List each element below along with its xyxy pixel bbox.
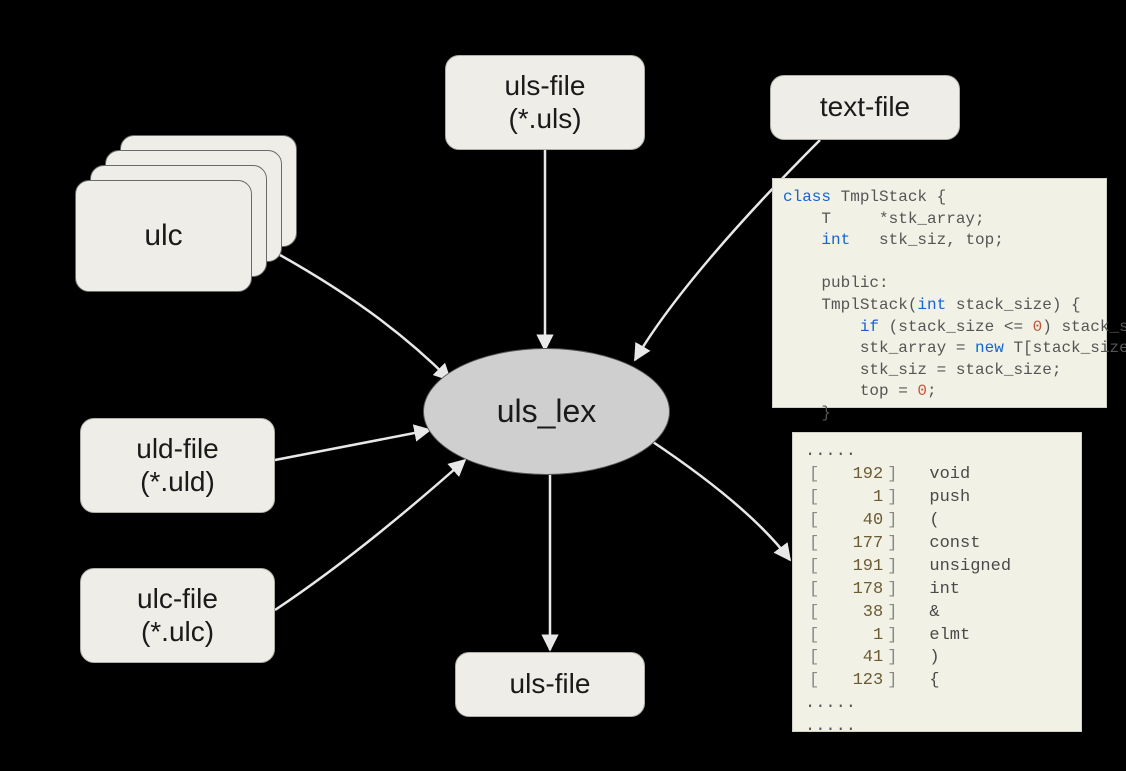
ulc-file-line1: ulc-file (137, 583, 218, 615)
uls-file-bottom-label: uls-file (510, 668, 591, 700)
token-text: unsigned (929, 556, 1011, 579)
ulc-file-line2: (*.ulc) (141, 616, 214, 648)
token-id: 41 (823, 647, 883, 670)
token-id: 1 (823, 625, 883, 648)
uls-file-top-line1: uls-file (505, 70, 586, 102)
uls-lex-ellipse: uls_lex (423, 348, 670, 475)
uld-file-line1: uld-file (136, 433, 218, 465)
token-row: [123]{ (805, 670, 1069, 693)
text-file-label: text-file (820, 91, 910, 123)
token-dump: ..... [192]void[1]push[40]([177]const[19… (792, 432, 1082, 732)
uls-lex-label: uls_lex (497, 393, 597, 430)
token-id: 123 (823, 670, 883, 693)
token-id: 40 (823, 510, 883, 533)
token-text: ) (929, 647, 939, 670)
token-row: [41]) (805, 647, 1069, 670)
ulc-stack-label: ulc (144, 219, 182, 253)
code-snippet: class TmplStack { T *stk_array; int stk_… (772, 178, 1107, 408)
ulc-file-node: ulc-file (*.ulc) (80, 568, 275, 663)
token-text: ( (929, 510, 939, 533)
uld-file-line2: (*.uld) (140, 466, 215, 498)
token-row: [178]int (805, 579, 1069, 602)
token-row: [1]elmt (805, 625, 1069, 648)
ulc-stack-front: ulc (75, 180, 252, 292)
token-id: 38 (823, 602, 883, 625)
token-dump-dots-bot2: ..... (805, 716, 1069, 739)
token-dump-dots-bot1: ..... (805, 693, 1069, 716)
uld-file-node: uld-file (*.uld) (80, 418, 275, 513)
token-row: [177]const (805, 533, 1069, 556)
token-text: const (929, 533, 980, 556)
uls-file-bottom-node: uls-file (455, 652, 645, 717)
uls-file-top-node: uls-file (*.uls) (445, 55, 645, 150)
text-file-node: text-file (770, 75, 960, 140)
token-row: [40]( (805, 510, 1069, 533)
token-dump-dots-top: ..... (805, 441, 1069, 464)
token-id: 178 (823, 579, 883, 602)
uls-file-top-line2: (*.uls) (508, 103, 581, 135)
token-text: push (929, 487, 970, 510)
token-row: [191]unsigned (805, 556, 1069, 579)
token-id: 1 (823, 487, 883, 510)
ulc-stack: ulc (75, 135, 295, 290)
token-row: [38]& (805, 602, 1069, 625)
token-text: int (929, 579, 960, 602)
token-row: [1]push (805, 487, 1069, 510)
token-id: 177 (823, 533, 883, 556)
token-row: [192]void (805, 464, 1069, 487)
token-id: 192 (823, 464, 883, 487)
token-text: & (929, 602, 939, 625)
token-text: elmt (929, 625, 970, 648)
token-text: void (929, 464, 970, 487)
token-id: 191 (823, 556, 883, 579)
token-text: { (929, 670, 939, 693)
